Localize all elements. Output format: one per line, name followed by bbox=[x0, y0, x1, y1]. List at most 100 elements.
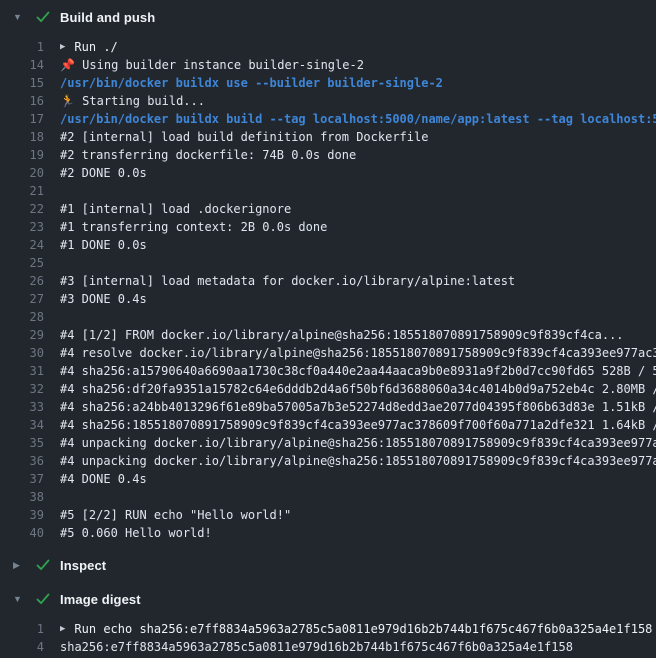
log-line: 20#2 DONE 0.0s bbox=[0, 164, 656, 182]
chevron-down-icon[interactable]: ▼ bbox=[13, 12, 27, 22]
log-text: #2 [internal] load build definition from… bbox=[44, 128, 428, 146]
log-command-text: /usr/bin/docker buildx use --builder bui… bbox=[44, 74, 443, 92]
line-number[interactable]: 17 bbox=[0, 110, 44, 128]
chevron-down-icon[interactable]: ▼ bbox=[13, 594, 27, 604]
line-number[interactable]: 39 bbox=[0, 506, 44, 524]
log-text: #4 unpacking docker.io/library/alpine@sh… bbox=[44, 452, 656, 470]
section-header-build-and-push[interactable]: ▼ Build and push bbox=[0, 0, 656, 34]
line-number[interactable]: 33 bbox=[0, 398, 44, 416]
line-number[interactable]: 26 bbox=[0, 272, 44, 290]
line-number[interactable]: 14 bbox=[0, 56, 44, 74]
line-number[interactable]: 15 bbox=[0, 74, 44, 92]
log-line: 19#2 transferring dockerfile: 74B 0.0s d… bbox=[0, 146, 656, 164]
log-line: 21 bbox=[0, 182, 656, 200]
log-line: 1 ▶ Run echo sha256:e7ff8834a5963a2785c5a0… bbox=[0, 620, 656, 638]
check-success-icon bbox=[35, 557, 51, 573]
log-text bbox=[44, 308, 60, 326]
line-number[interactable]: 30 bbox=[0, 344, 44, 362]
log-command-text: /usr/bin/docker buildx build --tag local… bbox=[44, 110, 656, 128]
log-line: 14📌 Using builder instance builder-singl… bbox=[0, 56, 656, 74]
line-number[interactable]: 27 bbox=[0, 290, 44, 308]
line-number[interactable]: 19 bbox=[0, 146, 44, 164]
line-number[interactable]: 38 bbox=[0, 488, 44, 506]
log-text: #4 sha256:a24bb4013296f61e89ba57005a7b3e… bbox=[44, 398, 656, 416]
section-header-inspect[interactable]: ▶ Inspect bbox=[0, 548, 656, 582]
log-text: #4 [1/2] FROM docker.io/library/alpine@s… bbox=[44, 326, 624, 344]
line-number[interactable]: 31 bbox=[0, 362, 44, 380]
line-number[interactable]: 37 bbox=[0, 470, 44, 488]
log-line: 35#4 unpacking docker.io/library/alpine@… bbox=[0, 434, 656, 452]
run-command-label: Run echo sha256:e7ff8834a5963a2785c5a081… bbox=[74, 622, 652, 636]
log-line: 16🏃 Starting build... bbox=[0, 92, 656, 110]
log-text: #4 resolve docker.io/library/alpine@sha2… bbox=[44, 344, 656, 362]
log-body-build-and-push: 1▶Run ./14📌 Using builder instance build… bbox=[0, 34, 656, 548]
section-build-and-push: ▼ Build and push 1▶Run ./14📌 Using build… bbox=[0, 0, 656, 548]
log-text: #2 DONE 0.0s bbox=[44, 164, 147, 182]
log-line: 36#4 unpacking docker.io/library/alpine@… bbox=[0, 452, 656, 470]
line-number[interactable]: 1 bbox=[0, 620, 44, 638]
log-text: #4 sha256:185518070891758909c9f839cf4ca3… bbox=[44, 416, 656, 434]
log-text: #4 sha256:a15790640a6690aa1730c38cf0a440… bbox=[44, 362, 656, 380]
log-line: 29#4 [1/2] FROM docker.io/library/alpine… bbox=[0, 326, 656, 344]
log-text: #5 0.060 Hello world! bbox=[44, 524, 212, 542]
log-line: 22#1 [internal] load .dockerignore bbox=[0, 200, 656, 218]
section-title: Inspect bbox=[60, 558, 106, 573]
line-number[interactable]: 16 bbox=[0, 92, 44, 110]
line-number[interactable]: 35 bbox=[0, 434, 44, 452]
log-line: 34#4 sha256:185518070891758909c9f839cf4c… bbox=[0, 416, 656, 434]
log-line: 17/usr/bin/docker buildx build --tag loc… bbox=[0, 110, 656, 128]
line-number[interactable]: 4 bbox=[0, 638, 44, 656]
line-number[interactable]: 23 bbox=[0, 218, 44, 236]
section-title: Build and push bbox=[60, 10, 155, 25]
log-line: 30#4 resolve docker.io/library/alpine@sh… bbox=[0, 344, 656, 362]
log-text: #3 [internal] load metadata for docker.i… bbox=[44, 272, 515, 290]
expand-run-icon[interactable]: ▶ bbox=[60, 38, 65, 56]
chevron-right-icon[interactable]: ▶ bbox=[13, 560, 27, 571]
log-line: 38 bbox=[0, 488, 656, 506]
log-text: sha256:e7ff8834a5963a2785c5a0811e979d16b… bbox=[44, 638, 573, 656]
log-text: ▶ Run echo sha256:e7ff8834a5963a2785c5a08… bbox=[44, 620, 652, 638]
log-text: #4 sha256:df20fa9351a15782c64e6dddb2d4a6… bbox=[44, 380, 656, 398]
check-success-icon bbox=[35, 591, 51, 607]
line-number[interactable]: 34 bbox=[0, 416, 44, 434]
line-number[interactable]: 22 bbox=[0, 200, 44, 218]
log-line: 37#4 DONE 0.4s bbox=[0, 470, 656, 488]
log-text: 🏃 Starting build... bbox=[44, 92, 205, 110]
line-number[interactable]: 18 bbox=[0, 128, 44, 146]
log-text: #1 DONE 0.0s bbox=[44, 236, 147, 254]
section-image-digest: ▼ Image digest 1 ▶ Run echo sha256:e7ff883… bbox=[0, 582, 656, 658]
line-number[interactable]: 28 bbox=[0, 308, 44, 326]
log-text bbox=[44, 182, 60, 200]
log-line: 26#3 [internal] load metadata for docker… bbox=[0, 272, 656, 290]
section-title: Image digest bbox=[60, 592, 141, 607]
line-number[interactable]: 25 bbox=[0, 254, 44, 272]
line-number[interactable]: 24 bbox=[0, 236, 44, 254]
line-number[interactable]: 29 bbox=[0, 326, 44, 344]
log-text: #3 DONE 0.4s bbox=[44, 290, 147, 308]
line-number[interactable]: 36 bbox=[0, 452, 44, 470]
log-text: #1 transferring context: 2B 0.0s done bbox=[44, 218, 327, 236]
log-line: 28 bbox=[0, 308, 656, 326]
log-text: #4 unpacking docker.io/library/alpine@sh… bbox=[44, 434, 656, 452]
line-number[interactable]: 32 bbox=[0, 380, 44, 398]
log-line: 40#5 0.060 Hello world! bbox=[0, 524, 656, 542]
log-line: 23#1 transferring context: 2B 0.0s done bbox=[0, 218, 656, 236]
line-number[interactable]: 40 bbox=[0, 524, 44, 542]
expand-run-icon[interactable]: ▶ bbox=[60, 620, 65, 638]
log-line: 4sha256:e7ff8834a5963a2785c5a0811e979d16… bbox=[0, 638, 656, 656]
log-line: 24#1 DONE 0.0s bbox=[0, 236, 656, 254]
log-line: 27#3 DONE 0.4s bbox=[0, 290, 656, 308]
log-text bbox=[44, 488, 60, 506]
log-text bbox=[44, 254, 60, 272]
log-line: 32#4 sha256:df20fa9351a15782c64e6dddb2d4… bbox=[0, 380, 656, 398]
line-number[interactable]: 21 bbox=[0, 182, 44, 200]
log-line: 1▶Run ./ bbox=[0, 38, 656, 56]
log-text: ▶Run ./ bbox=[44, 38, 118, 56]
line-number[interactable]: 1 bbox=[0, 38, 44, 56]
section-header-image-digest[interactable]: ▼ Image digest bbox=[0, 582, 656, 616]
log-line: 18#2 [internal] load build definition fr… bbox=[0, 128, 656, 146]
log-line: 39#5 [2/2] RUN echo "Hello world!" bbox=[0, 506, 656, 524]
line-number[interactable]: 20 bbox=[0, 164, 44, 182]
log-text: #5 [2/2] RUN echo "Hello world!" bbox=[44, 506, 291, 524]
log-text: #4 DONE 0.4s bbox=[44, 470, 147, 488]
